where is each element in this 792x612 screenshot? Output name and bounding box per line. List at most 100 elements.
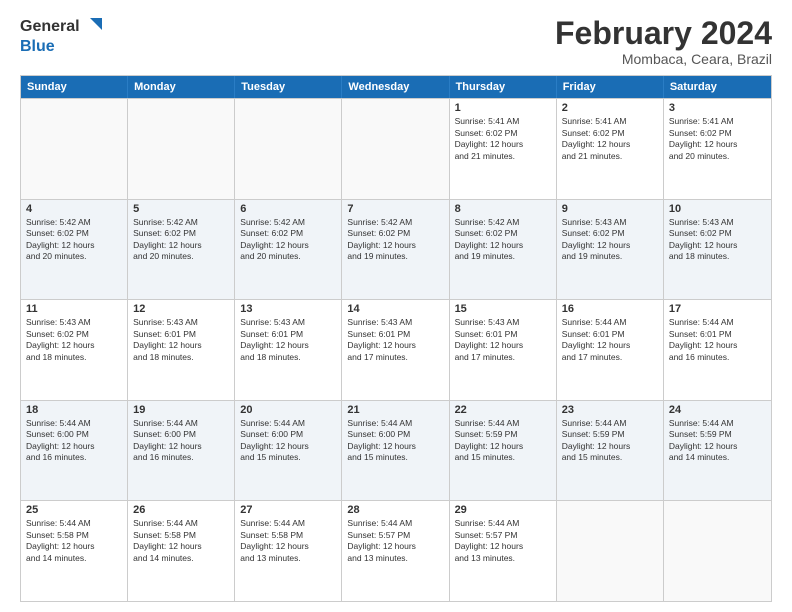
- day-number: 3: [669, 102, 766, 114]
- day-number: 15: [455, 303, 551, 315]
- calendar-cell: 20Sunrise: 5:44 AM Sunset: 6:00 PM Dayli…: [235, 401, 342, 501]
- day-number: 23: [562, 404, 658, 416]
- day-of-week-friday: Friday: [557, 76, 664, 98]
- calendar-cell: 15 Sunrise: 5:43 AM Sunset: 6:01 PM Dayli…: [450, 300, 557, 400]
- calendar-body: 1 Sunrise: 5:41 AM Sunset: 6:02 PM Daylig…: [21, 98, 771, 601]
- calendar-cell: 11Sunrise: 5:43 AM Sunset: 6:02 PM Dayli…: [21, 300, 128, 400]
- week-row-4: 18Sunrise: 5:44 AM Sunset: 6:00 PM Dayli…: [21, 400, 771, 501]
- day-info: Sunrise: 5:42 AM Sunset: 6:02 PM Dayligh…: [455, 217, 551, 263]
- calendar-cell: 16 Sunrise: 5:44 AM Sunset: 6:01 PM Dayli…: [557, 300, 664, 400]
- day-number: 27: [240, 504, 336, 516]
- main-title: February 2024: [555, 16, 772, 51]
- day-info: Sunrise: 5:43 AM Sunset: 6:02 PM Dayligh…: [669, 217, 766, 263]
- day-number: 9: [562, 203, 658, 215]
- calendar-cell: [128, 99, 235, 199]
- day-info: Sunrise: 5:43 AM Sunset: 6:01 PM Dayligh…: [240, 317, 336, 363]
- calendar-cell: 8 Sunrise: 5:42 AM Sunset: 6:02 PM Daylig…: [450, 200, 557, 300]
- day-number: 1: [455, 102, 551, 114]
- calendar-cell: 10 Sunrise: 5:43 AM Sunset: 6:02 PM Dayli…: [664, 200, 771, 300]
- logo-arrow-icon: [82, 16, 104, 38]
- day-of-week-monday: Monday: [128, 76, 235, 98]
- calendar-cell: 14 Sunrise: 5:43 AM Sunset: 6:01 PM Dayli…: [342, 300, 449, 400]
- logo-blue: Blue: [20, 38, 104, 56]
- calendar: SundayMondayTuesdayWednesdayThursdayFrid…: [20, 75, 772, 602]
- calendar-cell: 27Sunrise: 5:44 AM Sunset: 5:58 PM Dayli…: [235, 501, 342, 601]
- calendar-cell: 19Sunrise: 5:44 AM Sunset: 6:00 PM Dayli…: [128, 401, 235, 501]
- day-info: Sunrise: 5:41 AM Sunset: 6:02 PM Dayligh…: [455, 116, 551, 162]
- calendar-cell: 6 Sunrise: 5:42 AM Sunset: 6:02 PM Daylig…: [235, 200, 342, 300]
- day-info: Sunrise: 5:43 AM Sunset: 6:02 PM Dayligh…: [562, 217, 658, 263]
- day-number: 21: [347, 404, 443, 416]
- day-info: Sunrise: 5:44 AM Sunset: 6:00 PM Dayligh…: [240, 418, 336, 464]
- calendar-cell: 5Sunrise: 5:42 AM Sunset: 6:02 PM Daylig…: [128, 200, 235, 300]
- day-info: Sunrise: 5:43 AM Sunset: 6:01 PM Dayligh…: [455, 317, 551, 363]
- day-number: 22: [455, 404, 551, 416]
- calendar-cell: 23 Sunrise: 5:44 AM Sunset: 5:59 PM Dayli…: [557, 401, 664, 501]
- calendar-header: SundayMondayTuesdayWednesdayThursdayFrid…: [21, 76, 771, 98]
- day-info: Sunrise: 5:43 AM Sunset: 6:01 PM Dayligh…: [347, 317, 443, 363]
- day-info: Sunrise: 5:42 AM Sunset: 6:02 PM Dayligh…: [240, 217, 336, 263]
- week-row-5: 25 Sunrise: 5:44 AM Sunset: 5:58 PM Dayli…: [21, 500, 771, 601]
- calendar-cell: 25 Sunrise: 5:44 AM Sunset: 5:58 PM Dayli…: [21, 501, 128, 601]
- calendar-cell: 28 Sunrise: 5:44 AM Sunset: 5:57 PM Dayli…: [342, 501, 449, 601]
- day-of-week-wednesday: Wednesday: [342, 76, 449, 98]
- calendar-cell: 13 Sunrise: 5:43 AM Sunset: 6:01 PM Dayli…: [235, 300, 342, 400]
- day-info: Sunrise: 5:44 AM Sunset: 6:00 PM Dayligh…: [26, 418, 122, 464]
- day-info: Sunrise: 5:44 AM Sunset: 6:00 PM Dayligh…: [133, 418, 229, 464]
- calendar-cell: 4 Sunrise: 5:42 AM Sunset: 6:02 PM Daylig…: [21, 200, 128, 300]
- day-number: 24: [669, 404, 766, 416]
- logo-general: General: [20, 18, 80, 36]
- day-info: Sunrise: 5:42 AM Sunset: 6:02 PM Dayligh…: [26, 217, 122, 263]
- subtitle: Mombaca, Ceara, Brazil: [555, 51, 772, 67]
- calendar-cell: 1 Sunrise: 5:41 AM Sunset: 6:02 PM Daylig…: [450, 99, 557, 199]
- day-number: 7: [347, 203, 443, 215]
- calendar-cell: [664, 501, 771, 601]
- day-info: Sunrise: 5:41 AM Sunset: 6:02 PM Dayligh…: [669, 116, 766, 162]
- day-info: Sunrise: 5:42 AM Sunset: 6:02 PM Dayligh…: [347, 217, 443, 263]
- day-of-week-saturday: Saturday: [664, 76, 771, 98]
- title-block: February 2024 Mombaca, Ceara, Brazil: [555, 16, 772, 67]
- header: General Blue February 2024 Mombaca, Cear…: [20, 16, 772, 67]
- calendar-cell: 18Sunrise: 5:44 AM Sunset: 6:00 PM Dayli…: [21, 401, 128, 501]
- day-info: Sunrise: 5:44 AM Sunset: 5:57 PM Dayligh…: [347, 518, 443, 564]
- day-number: 28: [347, 504, 443, 516]
- day-info: Sunrise: 5:44 AM Sunset: 5:57 PM Dayligh…: [455, 518, 551, 564]
- day-of-week-sunday: Sunday: [21, 76, 128, 98]
- day-info: Sunrise: 5:44 AM Sunset: 5:59 PM Dayligh…: [562, 418, 658, 464]
- day-info: Sunrise: 5:44 AM Sunset: 6:01 PM Dayligh…: [562, 317, 658, 363]
- calendar-cell: 9 Sunrise: 5:43 AM Sunset: 6:02 PM Daylig…: [557, 200, 664, 300]
- day-number: 8: [455, 203, 551, 215]
- day-info: Sunrise: 5:44 AM Sunset: 5:58 PM Dayligh…: [133, 518, 229, 564]
- week-row-2: 4 Sunrise: 5:42 AM Sunset: 6:02 PM Daylig…: [21, 199, 771, 300]
- day-of-week-thursday: Thursday: [450, 76, 557, 98]
- day-info: Sunrise: 5:44 AM Sunset: 5:58 PM Dayligh…: [26, 518, 122, 564]
- day-of-week-tuesday: Tuesday: [235, 76, 342, 98]
- day-info: Sunrise: 5:43 AM Sunset: 6:01 PM Dayligh…: [133, 317, 229, 363]
- day-number: 10: [669, 203, 766, 215]
- day-number: 4: [26, 203, 122, 215]
- calendar-cell: [21, 99, 128, 199]
- day-number: 13: [240, 303, 336, 315]
- calendar-cell: 3 Sunrise: 5:41 AM Sunset: 6:02 PM Daylig…: [664, 99, 771, 199]
- day-info: Sunrise: 5:44 AM Sunset: 5:59 PM Dayligh…: [669, 418, 766, 464]
- calendar-cell: 2 Sunrise: 5:41 AM Sunset: 6:02 PM Daylig…: [557, 99, 664, 199]
- day-number: 11: [26, 303, 122, 315]
- day-info: Sunrise: 5:44 AM Sunset: 6:00 PM Dayligh…: [347, 418, 443, 464]
- week-row-1: 1 Sunrise: 5:41 AM Sunset: 6:02 PM Daylig…: [21, 98, 771, 199]
- day-number: 2: [562, 102, 658, 114]
- calendar-cell: [342, 99, 449, 199]
- calendar-cell: 12Sunrise: 5:43 AM Sunset: 6:01 PM Dayli…: [128, 300, 235, 400]
- calendar-cell: 17 Sunrise: 5:44 AM Sunset: 6:01 PM Dayli…: [664, 300, 771, 400]
- day-number: 17: [669, 303, 766, 315]
- page: General Blue February 2024 Mombaca, Cear…: [0, 0, 792, 612]
- day-info: Sunrise: 5:44 AM Sunset: 6:01 PM Dayligh…: [669, 317, 766, 363]
- calendar-cell: [557, 501, 664, 601]
- day-number: 6: [240, 203, 336, 215]
- day-number: 25: [26, 504, 122, 516]
- day-info: Sunrise: 5:44 AM Sunset: 5:59 PM Dayligh…: [455, 418, 551, 464]
- day-info: Sunrise: 5:41 AM Sunset: 6:02 PM Dayligh…: [562, 116, 658, 162]
- day-number: 16: [562, 303, 658, 315]
- day-number: 14: [347, 303, 443, 315]
- logo: General Blue: [20, 16, 104, 56]
- day-number: 26: [133, 504, 229, 516]
